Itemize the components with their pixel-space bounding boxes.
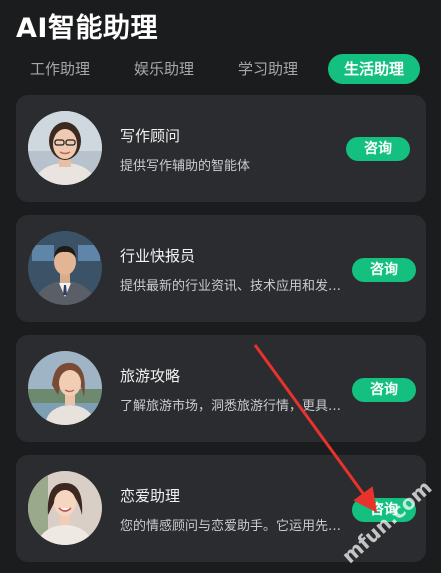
card-title: 旅游攻略 <box>120 367 181 385</box>
card-description: 提供最新的行业资讯、技术应用和发… <box>120 279 342 294</box>
assistant-card-travel-guide[interactable]: 旅游攻略 了解旅游市场，洞悉旅游行情，更具… 咨询 <box>16 335 426 442</box>
assistant-card-love-assistant[interactable]: 恋爱助理 您的情感顾问与恋爱助手。它运用先… 咨询 <box>16 455 426 562</box>
portrait-glasses-woman-icon <box>28 111 102 185</box>
tab-life[interactable]: 生活助理 <box>328 54 420 84</box>
consult-button[interactable]: 咨询 <box>352 378 416 402</box>
avatar <box>28 351 102 425</box>
page: AI智能助理 工作助理 娱乐助理 学习助理 生活助理 写作顾问 提供写作辅助的智… <box>0 0 441 573</box>
consult-button[interactable]: 咨询 <box>346 137 410 161</box>
app-title: AI智能助理 <box>16 13 158 44</box>
tab-study[interactable]: 学习助理 <box>232 54 304 84</box>
portrait-suit-man-icon <box>28 231 102 305</box>
tab-bar: 工作助理 娱乐助理 学习助理 生活助理 <box>16 54 425 84</box>
assistant-card-industry-news[interactable]: 行业快报员 提供最新的行业资讯、技术应用和发… 咨询 <box>16 215 426 322</box>
avatar <box>28 231 102 305</box>
card-title: 写作顾问 <box>120 127 181 145</box>
avatar <box>28 471 102 545</box>
card-description: 提供写作辅助的智能体 <box>120 159 251 174</box>
card-description: 您的情感顾问与恋爱助手。它运用先… <box>120 519 342 534</box>
portrait-smiling-woman-icon <box>28 471 102 545</box>
portrait-travel-woman-icon <box>28 351 102 425</box>
card-description: 了解旅游市场，洞悉旅游行情，更具… <box>120 399 342 414</box>
tab-entertainment[interactable]: 娱乐助理 <box>128 54 200 84</box>
avatar <box>28 111 102 185</box>
consult-button[interactable]: 咨询 <box>352 498 416 522</box>
consult-button[interactable]: 咨询 <box>352 258 416 282</box>
assistant-card-writing[interactable]: 写作顾问 提供写作辅助的智能体 咨询 <box>16 95 426 202</box>
card-title: 恋爱助理 <box>120 487 181 505</box>
tab-work[interactable]: 工作助理 <box>24 54 96 84</box>
card-title: 行业快报员 <box>120 247 196 265</box>
